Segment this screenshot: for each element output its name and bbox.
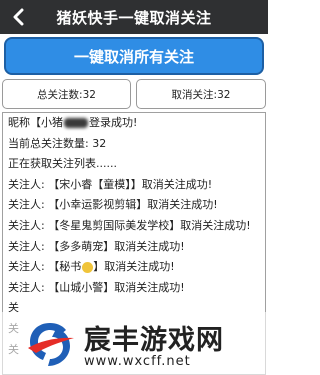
unfollowed-count: 取消关注:32 bbox=[136, 79, 266, 109]
login-prefix: 昵称【小猪 bbox=[8, 116, 63, 129]
log-line-total: 当前总关注数量: 32 bbox=[8, 136, 107, 150]
total-follow-count: 总关注数:32 bbox=[2, 79, 131, 109]
page-title: 猪妖快手一键取消关注 bbox=[56, 8, 212, 27]
log-line-entry: 关注人: 【小幸运影视剪辑】取消关注成功! bbox=[8, 198, 218, 212]
log-line-entry: 关注人: 【冬星鬼剪国际美发学校】取消关注成功! bbox=[8, 218, 251, 232]
log-line-login: 昵称【小猪 登录成功! bbox=[3, 113, 265, 134]
watermark-logo-icon bbox=[24, 317, 76, 367]
secretary-suffix: 】取消关注成功! bbox=[93, 260, 175, 274]
unfollow-all-button[interactable]: 一键取消所有关注 bbox=[4, 37, 264, 75]
redacted-name bbox=[64, 118, 88, 128]
title-bar: 猪妖快手一键取消关注 bbox=[0, 0, 268, 34]
login-suffix: 登录成功! bbox=[89, 116, 138, 129]
log-line-entry: 关注人: 【宋小睿【童模】】取消关注成功! bbox=[8, 177, 213, 191]
watermark-title: 宸丰游戏网 bbox=[84, 325, 224, 356]
emoji-icon bbox=[82, 261, 94, 273]
log-line-entry: 关注人: 【山城小警】取消关注成功! bbox=[8, 280, 185, 294]
log-line-entry: 关注人: 【多多萌宠】取消关注成功! bbox=[8, 239, 185, 253]
watermark-url: www.wxcff.net bbox=[84, 354, 191, 369]
chevron-left-icon[interactable] bbox=[8, 7, 28, 27]
log-line-fetching: 正在获取关注列表...... bbox=[8, 157, 117, 171]
log-line-entry: 关注人: 【秘书 】取消关注成功! bbox=[3, 257, 265, 278]
secretary-prefix: 关注人: 【秘书 bbox=[8, 260, 82, 274]
